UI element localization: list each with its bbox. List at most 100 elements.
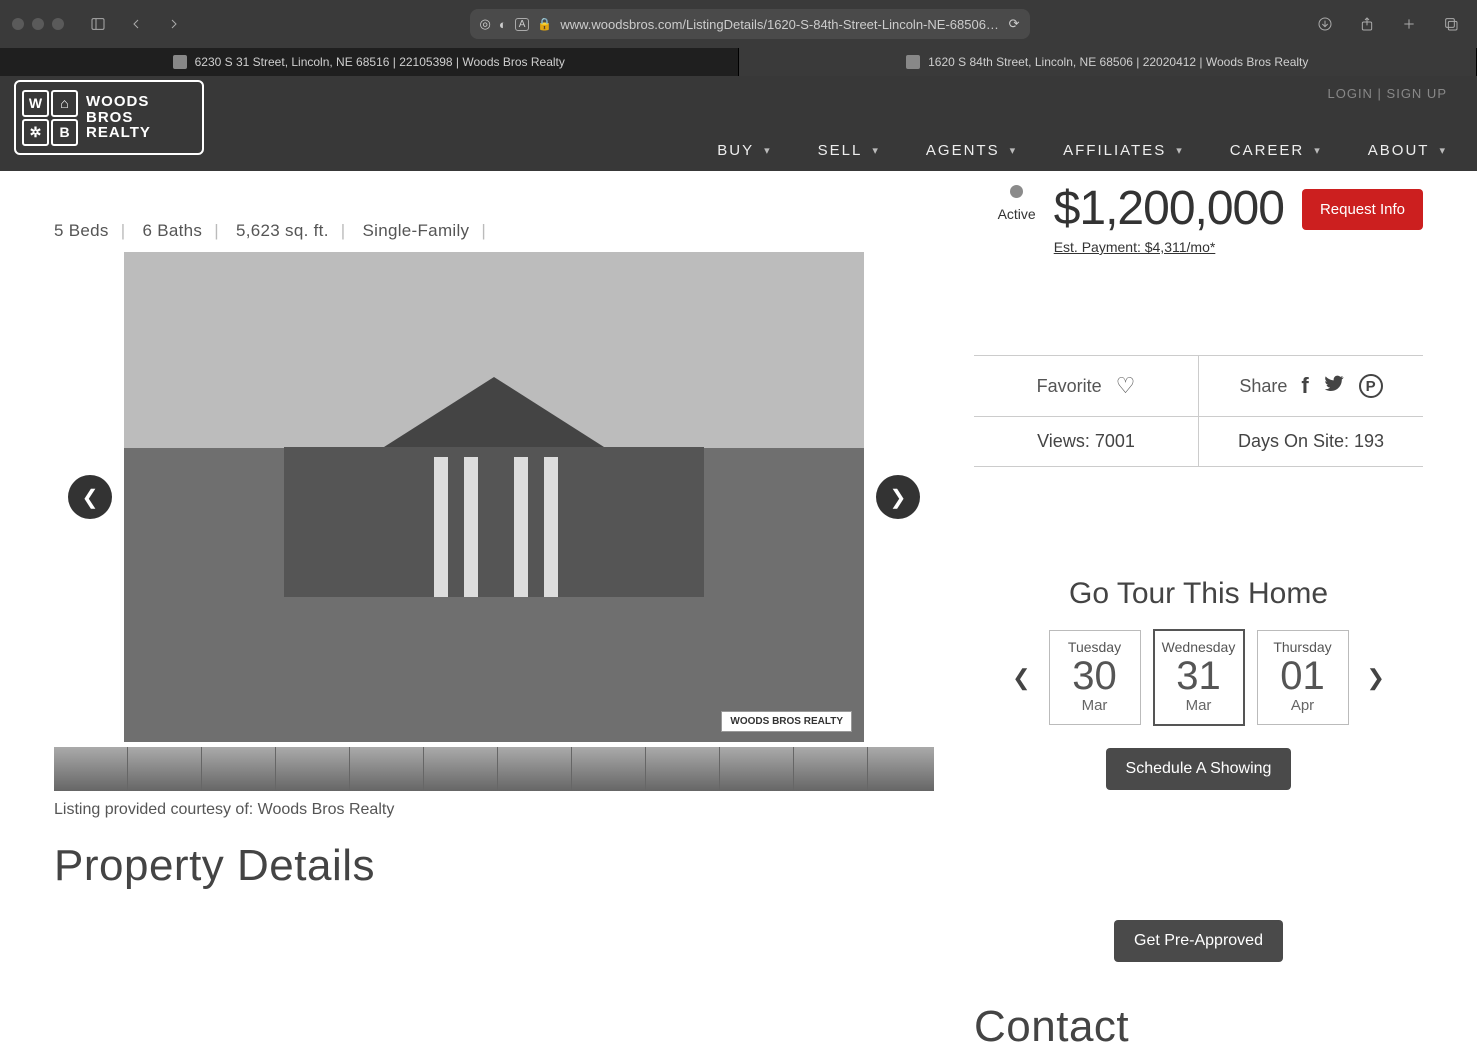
browser-tab-0[interactable]: 6230 S 31 Street, Lincoln, NE 68516 | 22…: [0, 48, 739, 76]
share-icon[interactable]: [1353, 10, 1381, 38]
auth-links[interactable]: LOGIN | SIGN UP: [1327, 86, 1447, 101]
listing-stats: 5 Beds| 6 Baths| 5,623 sq. ft.| Single-F…: [54, 221, 934, 241]
favicon-icon: [173, 55, 187, 69]
nav-sell[interactable]: SELL▾: [818, 142, 880, 159]
browser-tab-1[interactable]: 1620 S 84th Street, Lincoln, NE 68506 | …: [739, 48, 1477, 76]
sqft: 5,623 sq. ft.: [236, 221, 329, 240]
nav-about[interactable]: ABOUT▾: [1368, 142, 1447, 159]
thumbnail[interactable]: [646, 747, 720, 791]
favorite-button[interactable]: Favorite ♡: [974, 356, 1199, 416]
thumbnail[interactable]: [128, 747, 202, 791]
thumbnail[interactable]: [424, 747, 498, 791]
tour-section: Go Tour This Home ❮ Tuesday 30 Mar Wedne…: [974, 577, 1423, 962]
nav-career[interactable]: CAREER▾: [1230, 142, 1322, 159]
tab-title: 6230 S 31 Street, Lincoln, NE 68516 | 22…: [195, 55, 565, 69]
facebook-icon[interactable]: f: [1301, 373, 1308, 399]
close-window[interactable]: [12, 18, 24, 30]
tour-date-1[interactable]: Wednesday 31 Mar: [1153, 629, 1245, 726]
twitter-icon[interactable]: [1323, 372, 1345, 400]
request-info-button[interactable]: Request Info: [1302, 189, 1423, 230]
photo-watermark: WOODS BROS REALTY: [721, 711, 852, 732]
window-controls: [12, 18, 64, 30]
thumbnail[interactable]: [794, 747, 868, 791]
logo-mark: W⌂✲B: [22, 90, 78, 146]
new-tab-icon[interactable]: [1395, 10, 1423, 38]
brand-logo[interactable]: W⌂✲B WOODS BROS REALTY: [14, 80, 204, 155]
status-label: Active: [998, 206, 1036, 222]
site-header: W⌂✲B WOODS BROS REALTY LOGIN | SIGN UP B…: [0, 76, 1477, 171]
est-payment-link[interactable]: Est. Payment: $4,311/mo*: [1054, 239, 1284, 255]
thumbnail[interactable]: [720, 747, 794, 791]
reader-icon[interactable]: A: [515, 18, 530, 31]
nav-affiliates[interactable]: AFFILIATES▾: [1063, 142, 1184, 159]
tour-date-2[interactable]: Thursday 01 Apr: [1257, 630, 1349, 725]
views-count: Views: 7001: [974, 417, 1199, 466]
chevron-down-icon: ▾: [1010, 144, 1018, 157]
date-next-button[interactable]: ❯: [1361, 665, 1391, 691]
thumbnail[interactable]: [572, 747, 646, 791]
lock-icon: 🔒: [537, 17, 552, 31]
sidebar-toggle-icon[interactable]: [84, 10, 112, 38]
tab-strip: 6230 S 31 Street, Lincoln, NE 68516 | 22…: [0, 48, 1477, 76]
chevron-down-icon: ▾: [764, 144, 772, 157]
forward-button[interactable]: [160, 10, 188, 38]
photo-carousel: ❮ WOODS BROS REALTY ❯: [54, 247, 934, 747]
listing-price: $1,200,000: [1054, 185, 1284, 233]
schedule-showing-button[interactable]: Schedule A Showing: [1106, 748, 1292, 790]
status-dot-icon: [1010, 185, 1023, 198]
thumbnail[interactable]: [498, 747, 572, 791]
chevron-down-icon: ▾: [1314, 144, 1322, 157]
get-preapproved-button[interactable]: Get Pre-Approved: [1114, 920, 1283, 962]
tour-date-picker: ❮ Tuesday 30 Mar Wednesday 31 Mar Thursd…: [974, 629, 1423, 726]
listing-courtesy: Listing provided courtesy of: Woods Bros…: [54, 801, 934, 819]
thumbnail[interactable]: [276, 747, 350, 791]
downloads-icon[interactable]: [1311, 10, 1339, 38]
tab-title: 1620 S 84th Street, Lincoln, NE 68506 | …: [928, 55, 1308, 69]
carousel-next-button[interactable]: ❯: [876, 475, 920, 519]
thumbnail[interactable]: [868, 747, 934, 791]
reload-icon[interactable]: ⟳: [1009, 16, 1020, 32]
date-prev-button[interactable]: ❮: [1006, 665, 1036, 691]
back-button[interactable]: [122, 10, 150, 38]
tour-date-0[interactable]: Tuesday 30 Mar: [1049, 630, 1141, 725]
views-days-row: Views: 7001 Days On Site: 193: [974, 417, 1423, 467]
favicon-icon: [906, 55, 920, 69]
house-illustration: [284, 377, 704, 597]
listing-status: Active: [998, 185, 1036, 222]
photo-thumbnails: [54, 747, 934, 791]
tabs-overview-icon[interactable]: [1437, 10, 1465, 38]
property-details-heading: Property Details: [54, 841, 934, 891]
thumbnail[interactable]: [350, 747, 424, 791]
main-nav: BUY▾ SELL▾ AGENTS▾ AFFILIATES▾ CAREER▾ A…: [717, 142, 1447, 159]
nav-agents[interactable]: AGENTS▾: [926, 142, 1017, 159]
favorite-share-row: Favorite ♡ Share f P: [974, 355, 1423, 417]
chevron-down-icon: ▾: [872, 144, 880, 157]
logo-text: WOODS BROS REALTY: [86, 94, 151, 141]
chevron-down-icon: ▾: [1439, 144, 1447, 157]
privacy-icon[interactable]: ◐: [499, 17, 507, 32]
thumbnail[interactable]: [202, 747, 276, 791]
tour-heading: Go Tour This Home: [974, 577, 1423, 611]
beds: 5 Beds: [54, 221, 109, 240]
share-label: Share: [1239, 376, 1287, 397]
thumbnail[interactable]: [54, 747, 128, 791]
chevron-down-icon: ▾: [1176, 144, 1184, 157]
favorite-label: Favorite: [1037, 376, 1102, 397]
address-bar[interactable]: ◎ ◐ A 🔒 www.woodsbros.com/ListingDetails…: [470, 9, 1030, 39]
hero-photo[interactable]: WOODS BROS REALTY: [124, 252, 864, 742]
type: Single-Family: [362, 221, 469, 240]
price-row: Active $1,200,000 Est. Payment: $4,311/m…: [974, 185, 1423, 255]
share-cell: Share f P: [1199, 356, 1423, 416]
carousel-prev-button[interactable]: ❮: [68, 475, 112, 519]
days-on-site: Days On Site: 193: [1199, 417, 1423, 466]
pinterest-icon[interactable]: P: [1359, 374, 1383, 398]
minimize-window[interactable]: [32, 18, 44, 30]
baths: 6 Baths: [142, 221, 202, 240]
browser-toolbar: ◎ ◐ A 🔒 www.woodsbros.com/ListingDetails…: [0, 0, 1477, 48]
nav-buy[interactable]: BUY▾: [717, 142, 771, 159]
maximize-window[interactable]: [52, 18, 64, 30]
heart-icon: ♡: [1116, 373, 1136, 399]
url-text: www.woodsbros.com/ListingDetails/1620-S-…: [560, 17, 1000, 32]
contact-heading: Contact: [974, 1002, 1423, 1052]
shield-icon[interactable]: ◎: [480, 16, 491, 32]
